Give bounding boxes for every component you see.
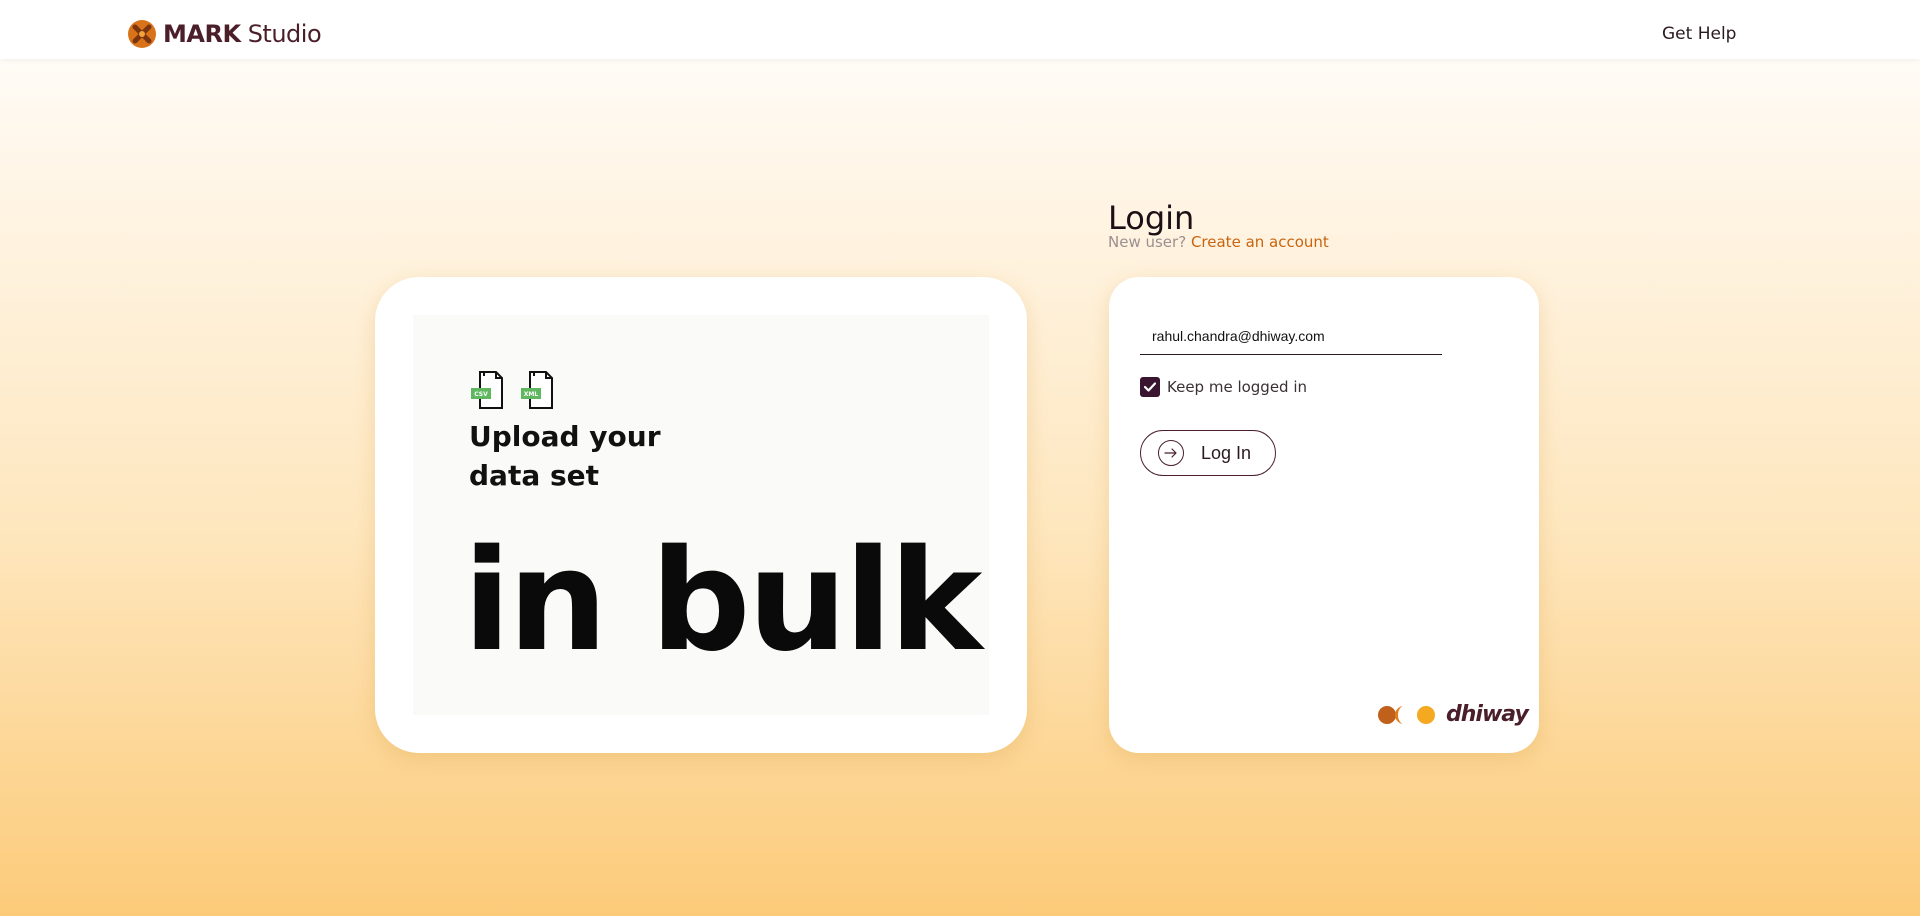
file-icons-group: CSV XML: [470, 370, 556, 410]
checkbox-checked[interactable]: [1140, 377, 1160, 397]
keep-logged-in-label: Keep me logged in: [1167, 378, 1308, 396]
brand-name: MARK Studio: [163, 20, 322, 48]
new-user-prompt: New user? Create an account: [1108, 233, 1329, 251]
email-field[interactable]: [1140, 317, 1442, 355]
create-account-link[interactable]: Create an account: [1191, 233, 1329, 251]
login-button[interactable]: Log In: [1140, 430, 1276, 476]
arrow-right-icon: [1158, 440, 1184, 466]
login-button-label: Log In: [1201, 442, 1252, 463]
promo-card: CSV XML Upload your data set in bulk: [375, 277, 1027, 753]
csv-file-icon-tag: CSV: [474, 391, 488, 398]
promo-big-text: in bulk: [463, 520, 982, 683]
brand-logo-link[interactable]: MARK Studio: [127, 18, 322, 50]
dhiway-logo: dhiway: [1378, 702, 1529, 727]
new-user-text: New user?: [1108, 233, 1187, 251]
promo-title-line2: data set: [469, 459, 600, 492]
brand-name-light: Studio: [247, 20, 322, 48]
brand-name-bold: MARK: [163, 20, 241, 48]
xml-file-icon: XML: [521, 371, 553, 409]
mark-logo-icon: [128, 20, 156, 48]
promo-title: Upload your data set: [469, 417, 769, 495]
dhiway-brand-text: dhiway: [1446, 702, 1529, 727]
csv-file-icon: CSV: [471, 371, 503, 409]
login-card: Keep me logged in Log In dhiway: [1109, 277, 1539, 753]
dhiway-dots-icon: [1378, 705, 1435, 724]
promo-title-line1: Upload your: [469, 420, 661, 453]
xml-file-icon-tag: XML: [524, 391, 539, 398]
top-navigation-bar: MARK Studio Get Help: [0, 0, 1920, 59]
check-icon: [1143, 382, 1157, 392]
keep-logged-in-checkbox[interactable]: Keep me logged in: [1140, 377, 1307, 397]
get-help-link[interactable]: Get Help: [1662, 24, 1736, 44]
login-title: Login: [1108, 199, 1195, 238]
